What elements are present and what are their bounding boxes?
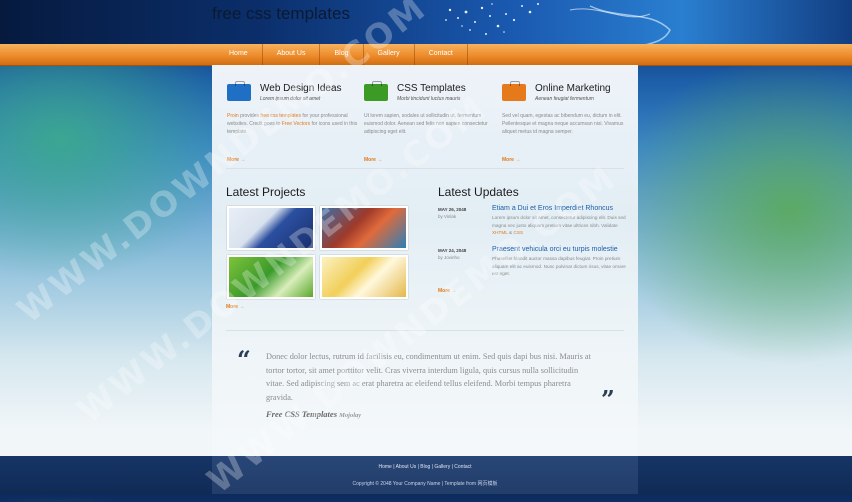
update-date: MAY 24, 2048 <box>438 248 467 253</box>
project-thumbnail[interactable] <box>227 255 315 299</box>
update-body: Phasellus blandit auctor massa dapibus f… <box>492 256 626 277</box>
footer: Home | About Us | Blog | Gallery | Conta… <box>0 456 852 494</box>
xhtml-link[interactable]: XHTML <box>492 230 508 235</box>
update-title-link[interactable]: Praesent vehicula orci eu turpis molesti… <box>492 246 618 253</box>
footer-links[interactable]: Home | About Us | Blog | Gallery | Conta… <box>212 464 638 470</box>
css-link[interactable]: CSS <box>513 230 523 235</box>
footer-inner: Home | About Us | Blog | Gallery | Conta… <box>212 456 638 494</box>
latest-updates-title: Latest Updates <box>438 185 519 199</box>
quote-source-name: Free CSS Templates <box>266 409 337 419</box>
feature-subtitle: Aenean feugiat fermentum <box>535 96 594 102</box>
briefcase-blue-icon <box>227 81 251 101</box>
update-body: Lorem ipsum dolor sit amet, consectetur … <box>492 215 626 236</box>
latest-projects-title: Latest Projects <box>226 185 306 199</box>
feature-body-text: provides <box>238 113 261 119</box>
projects-more-link[interactable]: More → <box>226 304 244 310</box>
divider <box>226 168 624 169</box>
project-thumbnail[interactable] <box>320 255 408 299</box>
feature-subtitle: Lorem ipsum dolor sit amet <box>260 96 321 102</box>
nav-home[interactable]: Home <box>212 44 263 65</box>
briefcase-green-icon <box>364 81 388 101</box>
nav-blog[interactable]: Blog <box>320 44 364 65</box>
feature-body-link[interactable]: Proin <box>227 113 239 119</box>
update-body-text: Lorem ipsum dolor sit amet, consectetur … <box>492 215 626 228</box>
quote-text: Donec dolor lectus, rutrum id facilisis … <box>266 352 591 402</box>
quote-close-icon: ” <box>601 385 615 414</box>
feature-body-link[interactable]: free css templates <box>260 113 301 119</box>
updates-more-link[interactable]: More → <box>438 288 456 294</box>
divider <box>226 330 624 331</box>
feature-body: Sed vel quam, egestas ac bibendum eu, di… <box>502 113 624 135</box>
nav-about-us[interactable]: About Us <box>263 44 321 65</box>
update-date: MAY 26, 2048 <box>438 207 467 212</box>
feature-title[interactable]: Online Marketing <box>535 83 611 94</box>
site-title[interactable]: free css templates <box>212 4 350 24</box>
feature-subtitle: Morbi tincidunt luctus mauris <box>397 96 461 102</box>
more-link[interactable]: More → <box>502 157 520 163</box>
project-thumbnail[interactable] <box>227 206 315 250</box>
quote-open-icon: “ <box>237 345 251 374</box>
update-author: by Jovinho <box>438 255 460 260</box>
update-title-link[interactable]: Etiam a Dui et Eros Imperdiet Rhoncus <box>492 205 613 212</box>
feature-title[interactable]: Web Design Ideas <box>260 83 342 94</box>
briefcase-orange-icon <box>502 81 526 101</box>
content-panel: Web Design Ideas Lorem ipsum dolor sit a… <box>212 65 638 456</box>
quote-author: Mojolay <box>339 412 362 419</box>
feature-title[interactable]: CSS Templates <box>397 83 466 94</box>
quote-source: Free CSS Templates Mojolay <box>266 409 361 419</box>
main-nav: Home About Us Blog Gallery Contact <box>212 44 638 65</box>
feature-body: Proin provides free css templates for yo… <box>227 112 359 136</box>
header-bar: free css templates <box>0 0 852 61</box>
project-thumbnail[interactable] <box>320 206 408 250</box>
footer-copyright: Copyright © 2048 Your Company Name | Tem… <box>352 481 498 487</box>
more-link[interactable]: More → <box>227 157 245 163</box>
feature-body-link[interactable]: Free Vectors <box>282 121 310 127</box>
nav-gallery[interactable]: Gallery <box>364 44 415 65</box>
feature-body: Ut lorem sapien, sodales ut sollicitudin… <box>364 113 488 135</box>
update-author: by Vinlak <box>438 214 457 219</box>
more-link[interactable]: More → <box>364 157 382 163</box>
nav-contact[interactable]: Contact <box>415 44 468 65</box>
